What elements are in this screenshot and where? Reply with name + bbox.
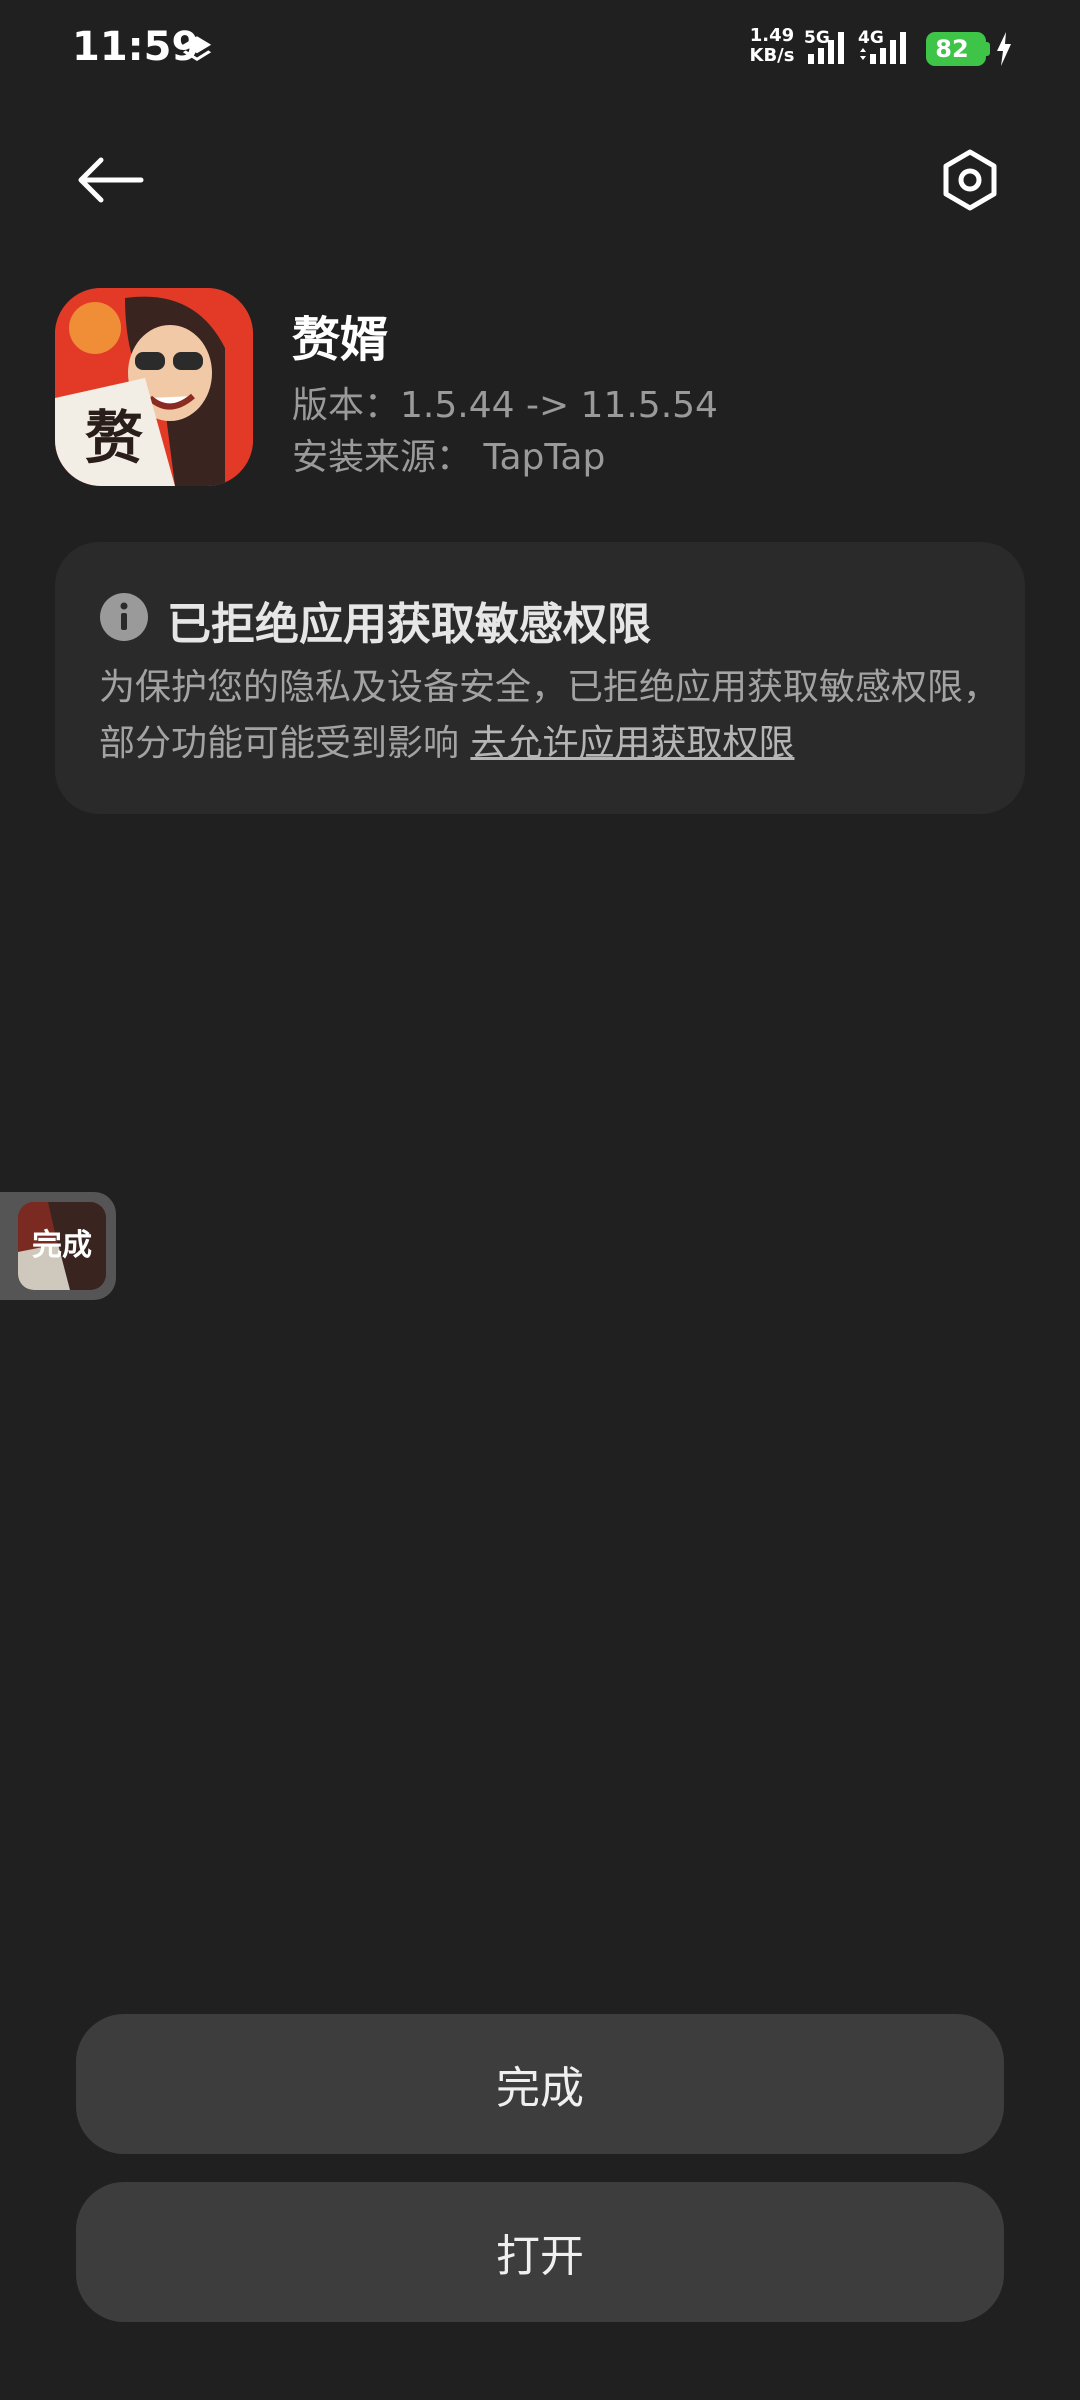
arrow-left-icon bbox=[78, 157, 144, 203]
battery-cap bbox=[986, 42, 990, 56]
status-bar: 11:59 1.49 KB/s 5G 4G 82 bbox=[0, 0, 1080, 100]
app-version: 版本：1.5.44 -> 11.5.54 bbox=[292, 385, 718, 426]
permission-warning-card: 已拒绝应用获取敏感权限 为保护您的隐私及设备安全，已拒绝应用获取敏感权限，部分功… bbox=[55, 542, 1025, 814]
info-icon bbox=[100, 593, 148, 641]
settings-button[interactable] bbox=[930, 140, 1010, 220]
signal-icon bbox=[808, 32, 844, 64]
install-complete-screen: 11:59 1.49 KB/s 5G 4G 82 赘 赘婿 版本：1.5.44 … bbox=[0, 0, 1080, 2400]
layers-icon bbox=[182, 36, 212, 62]
battery-indicator: 82 bbox=[926, 32, 986, 66]
battery-level: 82 bbox=[935, 35, 969, 63]
done-button[interactable]: 完成 bbox=[76, 2014, 1004, 2154]
app-icon-glyph: 赘 bbox=[85, 404, 143, 472]
app-icon: 赘 bbox=[55, 288, 253, 486]
floating-bubble-label: 完成 bbox=[32, 1228, 92, 1263]
allow-permissions-link[interactable]: 去允许应用获取权限 bbox=[470, 723, 794, 764]
install-source: 安装来源： TapTap bbox=[292, 437, 606, 478]
app-icon-artwork: 赘 bbox=[55, 288, 253, 486]
floating-task-bubble[interactable]: 完成 bbox=[0, 1192, 116, 1300]
network-speed: 1.49 KB/s bbox=[748, 26, 796, 66]
open-button[interactable]: 打开 bbox=[76, 2182, 1004, 2322]
signal-icon bbox=[860, 32, 906, 64]
warning-body: 为保护您的隐私及设备安全，已拒绝应用获取敏感权限，部分功能可能受到影响 去允许应… bbox=[99, 660, 999, 772]
app-name: 赘婿 bbox=[292, 312, 389, 368]
charging-icon bbox=[997, 32, 1011, 66]
signal-5g: 5G bbox=[804, 28, 852, 68]
back-button[interactable] bbox=[70, 140, 150, 220]
signal-4g: 4G bbox=[858, 28, 914, 68]
warning-title: 已拒绝应用获取敏感权限 bbox=[167, 599, 651, 650]
network-speed-unit: KB/s bbox=[749, 45, 795, 66]
settings-icon bbox=[943, 149, 997, 211]
network-speed-value: 1.49 bbox=[749, 25, 795, 46]
floating-app-thumbnail: 完成 bbox=[18, 1202, 106, 1290]
